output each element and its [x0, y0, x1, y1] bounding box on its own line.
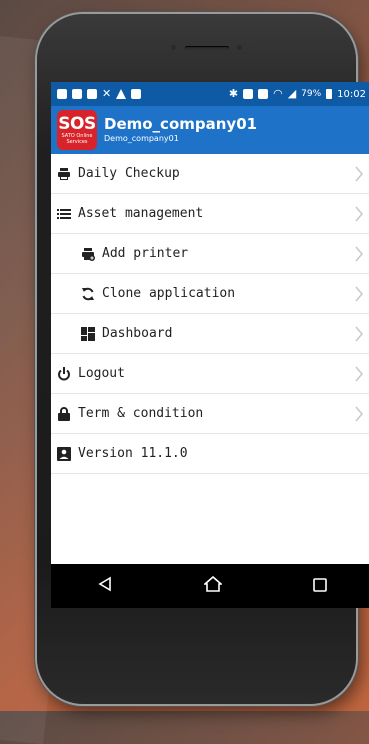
battery-icon: [326, 89, 333, 99]
chevron-right-icon: [354, 286, 364, 306]
chevron-right-icon: [354, 166, 364, 186]
system-icons: ✱ ◠ ◢ 79% 10:02: [228, 87, 366, 100]
app-bar: SOS SATO Online Services Demo_company01 …: [51, 106, 369, 154]
lock-icon: [57, 406, 71, 421]
app-notification-icon: [131, 89, 142, 99]
list-icon: [57, 207, 71, 221]
menu-item-label: Daily Checkup: [78, 166, 180, 181]
tools-icon: ✕: [102, 87, 112, 100]
proximity-sensor: [237, 45, 242, 50]
menu-item-label: Term & condition: [78, 406, 204, 421]
image-icon: [87, 89, 97, 99]
bluetooth-icon: ✱: [228, 87, 239, 100]
chevron-right-icon: [354, 206, 364, 226]
menu-item-logout[interactable]: Logout: [51, 354, 369, 394]
chevron-right-icon: [354, 406, 364, 426]
chevron-right-icon: [354, 326, 364, 346]
add-printer-icon: [81, 247, 95, 261]
company-subtitle: Demo_company01: [104, 134, 179, 143]
earpiece-speaker: [185, 46, 229, 50]
warning-icon: [116, 89, 127, 99]
navigation-menu: Daily Checkup Asset management Add print…: [51, 154, 369, 474]
menu-item-label: Dashboard: [102, 326, 173, 341]
chevron-right-icon: [354, 366, 364, 386]
sync-icon: [81, 287, 95, 301]
vibrate-icon: [258, 89, 269, 99]
menu-item-label: Logout: [78, 366, 125, 381]
menu-item-label: Clone application: [102, 286, 236, 301]
home-icon[interactable]: [202, 575, 223, 596]
message-icon: [57, 89, 67, 99]
menu-item-label: Add printer: [102, 246, 189, 261]
menu-item-asset-management[interactable]: Asset management: [51, 194, 369, 234]
dashboard-icon: [81, 326, 95, 341]
version-label: Version 11.1.0: [78, 446, 188, 461]
battery-percent: 79%: [301, 89, 322, 99]
back-icon[interactable]: [97, 576, 113, 596]
power-icon: [57, 366, 71, 381]
menu-item-clone-application[interactable]: Clone application: [51, 274, 369, 314]
logo-text: SOS: [58, 113, 96, 134]
menu-item-dashboard[interactable]: Dashboard: [51, 314, 369, 354]
account-box-icon: [57, 446, 71, 461]
menu-item-version: Version 11.1.0: [51, 434, 369, 474]
status-bar: ✕ ✱ ◠ ◢ 79% 10:02: [51, 82, 369, 106]
chevron-right-icon: [354, 246, 364, 266]
menu-item-term-condition[interactable]: Term & condition: [51, 394, 369, 434]
menu-item-add-printer[interactable]: Add printer: [51, 234, 369, 274]
nfc-icon: [243, 89, 254, 99]
front-camera: [171, 45, 176, 50]
app-screen: ✕ ✱ ◠ ◢ 79% 10:02 SOS SATO Online Servic…: [51, 82, 369, 608]
recent-apps-icon[interactable]: [312, 577, 327, 596]
phone-device: ✕ ✱ ◠ ◢ 79% 10:02 SOS SATO Online Servic…: [37, 14, 369, 704]
app-bar-titles: Demo_company01 Demo_company01: [104, 115, 257, 145]
signal-icon: ◢: [287, 87, 297, 100]
wifi-icon: ◠: [273, 87, 283, 100]
notification-icons: ✕: [57, 87, 229, 100]
menu-item-daily-checkup[interactable]: Daily Checkup: [51, 154, 369, 194]
menu-item-label: Asset management: [78, 206, 204, 221]
android-nav-bar: [51, 564, 369, 608]
company-title: Demo_company01: [104, 115, 258, 133]
sos-logo: SOS SATO Online Services: [57, 110, 97, 150]
logo-subtext: SATO Online Services: [61, 132, 93, 145]
printer-icon: [57, 167, 71, 181]
clock: 10:02: [337, 88, 366, 100]
calendar-icon: [72, 89, 82, 99]
